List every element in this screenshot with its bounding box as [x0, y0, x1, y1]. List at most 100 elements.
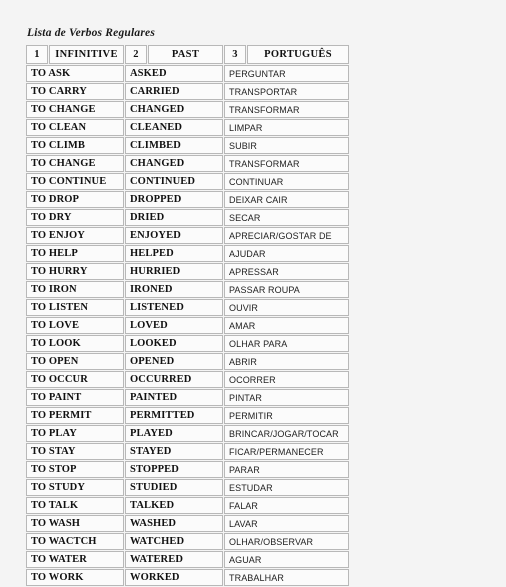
- cell-infinitive: TO TALK: [26, 497, 124, 514]
- header-num-3: 3: [224, 45, 246, 64]
- cell-past: CLIMBED: [125, 137, 223, 154]
- cell-portugues: AMAR: [224, 317, 349, 334]
- cell-infinitive: TO CHANGE: [26, 101, 124, 118]
- page-root: Lista de Verbos Regulares 1 INFINITIVE 2…: [0, 0, 506, 586]
- cell-infinitive: TO PLAY: [26, 425, 124, 442]
- table-row: TO WORK WORKED TRABALHAR: [26, 569, 349, 586]
- cell-infinitive: TO DRY: [26, 209, 124, 226]
- cell-portugues: ESTUDAR: [224, 479, 349, 496]
- cell-past: TALKED: [125, 497, 223, 514]
- cell-past: HURRIED: [125, 263, 223, 280]
- cell-portugues: PERGUNTAR: [224, 65, 349, 82]
- table-row: TO HURRY HURRIED APRESSAR: [26, 263, 349, 280]
- cell-portugues: PARAR: [224, 461, 349, 478]
- table-row: TO STUDY STUDIED ESTUDAR: [26, 479, 349, 496]
- cell-infinitive: TO CLEAN: [26, 119, 124, 136]
- cell-infinitive: TO LISTEN: [26, 299, 124, 316]
- cell-portugues: SUBIR: [224, 137, 349, 154]
- cell-past: LOOKED: [125, 335, 223, 352]
- table-row: TO DROP DROPPED DEIXAR CAIR: [26, 191, 349, 208]
- table-row: TO CHANGE CHANGED TRANSFORMAR: [26, 101, 349, 118]
- table-row: TO ENJOY ENJOYED APRECIAR/GOSTAR DE: [26, 227, 349, 244]
- cell-infinitive: TO DROP: [26, 191, 124, 208]
- cell-infinitive: TO ENJOY: [26, 227, 124, 244]
- table-row: TO CHANGE CHANGED TRANSFORMAR: [26, 155, 349, 172]
- table-row: TO PERMIT PERMITTED PERMITIR: [26, 407, 349, 424]
- cell-infinitive: TO PERMIT: [26, 407, 124, 424]
- table-row: TO CLIMB CLIMBED SUBIR: [26, 137, 349, 154]
- cell-portugues: BRINCAR/JOGAR/TOCAR: [224, 425, 349, 442]
- table-row: TO WATER WATERED AGUAR: [26, 551, 349, 568]
- cell-portugues: LIMPAR: [224, 119, 349, 136]
- cell-past: PAINTED: [125, 389, 223, 406]
- cell-past: CHANGED: [125, 155, 223, 172]
- cell-portugues: DEIXAR CAIR: [224, 191, 349, 208]
- table-row: TO WASH WASHED LAVAR: [26, 515, 349, 532]
- cell-past: HELPED: [125, 245, 223, 262]
- cell-past: STOPPED: [125, 461, 223, 478]
- cell-portugues: CONTINUAR: [224, 173, 349, 190]
- cell-portugues: OLHAR/OBSERVAR: [224, 533, 349, 550]
- table-row: TO OCCUR OCCURRED OCORRER: [26, 371, 349, 388]
- table-row: TO STOP STOPPED PARAR: [26, 461, 349, 478]
- cell-infinitive: TO CONTINUE: [26, 173, 124, 190]
- header-past: PAST: [148, 45, 223, 64]
- cell-past: STUDIED: [125, 479, 223, 496]
- cell-past: IRONED: [125, 281, 223, 298]
- cell-infinitive: TO HURRY: [26, 263, 124, 280]
- cell-past: ASKED: [125, 65, 223, 82]
- cell-infinitive: TO IRON: [26, 281, 124, 298]
- table-row: TO CONTINUE CONTINUED CONTINUAR: [26, 173, 349, 190]
- cell-past: OCCURRED: [125, 371, 223, 388]
- cell-infinitive: TO STAY: [26, 443, 124, 460]
- cell-portugues: OCORRER: [224, 371, 349, 388]
- table-row: TO CLEAN CLEANED LIMPAR: [26, 119, 349, 136]
- cell-infinitive: TO PAINT: [26, 389, 124, 406]
- cell-past: WORKED: [125, 569, 223, 586]
- cell-infinitive: TO WORK: [26, 569, 124, 586]
- cell-portugues: AJUDAR: [224, 245, 349, 262]
- cell-portugues: OLHAR PARA: [224, 335, 349, 352]
- table-row: TO LOOK LOOKED OLHAR PARA: [26, 335, 349, 352]
- cell-portugues: TRANSFORMAR: [224, 155, 349, 172]
- cell-past: CLEANED: [125, 119, 223, 136]
- cell-infinitive: TO LOVE: [26, 317, 124, 334]
- cell-infinitive: TO OCCUR: [26, 371, 124, 388]
- header-num-2: 2: [125, 45, 147, 64]
- cell-past: CHANGED: [125, 101, 223, 118]
- cell-portugues: FALAR: [224, 497, 349, 514]
- table-row: TO DRY DRIED SECAR: [26, 209, 349, 226]
- regular-verbs-table: 1 INFINITIVE 2 PAST 3 PORTUGUÊS TO ASK AS…: [25, 44, 350, 587]
- cell-past: OPENED: [125, 353, 223, 370]
- cell-portugues: PERMITIR: [224, 407, 349, 424]
- cell-infinitive: TO CARRY: [26, 83, 124, 100]
- table-row: TO IRON IRONED PASSAR ROUPA: [26, 281, 349, 298]
- table-row: TO CARRY CARRIED TRANSPORTAR: [26, 83, 349, 100]
- cell-infinitive: TO WASH: [26, 515, 124, 532]
- cell-portugues: LAVAR: [224, 515, 349, 532]
- cell-portugues: TRANSFORMAR: [224, 101, 349, 118]
- table-row: TO PLAY PLAYED BRINCAR/JOGAR/TOCAR: [26, 425, 349, 442]
- cell-past: DROPPED: [125, 191, 223, 208]
- cell-past: CARRIED: [125, 83, 223, 100]
- cell-portugues: PINTAR: [224, 389, 349, 406]
- cell-infinitive: TO LOOK: [26, 335, 124, 352]
- cell-portugues: PASSAR ROUPA: [224, 281, 349, 298]
- page-title: Lista de Verbos Regulares: [27, 27, 155, 39]
- cell-infinitive: TO CHANGE: [26, 155, 124, 172]
- cell-past: DRIED: [125, 209, 223, 226]
- cell-portugues: SECAR: [224, 209, 349, 226]
- table-row: TO STAY STAYED FICAR/PERMANECER: [26, 443, 349, 460]
- cell-past: ENJOYED: [125, 227, 223, 244]
- header-portugues: PORTUGUÊS: [247, 45, 349, 64]
- cell-past: STAYED: [125, 443, 223, 460]
- cell-past: LISTENED: [125, 299, 223, 316]
- cell-past: CONTINUED: [125, 173, 223, 190]
- cell-portugues: TRABALHAR: [224, 569, 349, 586]
- header-infinitive: INFINITIVE: [49, 45, 124, 64]
- cell-infinitive: TO OPEN: [26, 353, 124, 370]
- table-header: 1 INFINITIVE 2 PAST 3 PORTUGUÊS: [26, 45, 349, 64]
- table-row: TO HELP HELPED AJUDAR: [26, 245, 349, 262]
- table-row: TO OPEN OPENED ABRIR: [26, 353, 349, 370]
- cell-past: WATERED: [125, 551, 223, 568]
